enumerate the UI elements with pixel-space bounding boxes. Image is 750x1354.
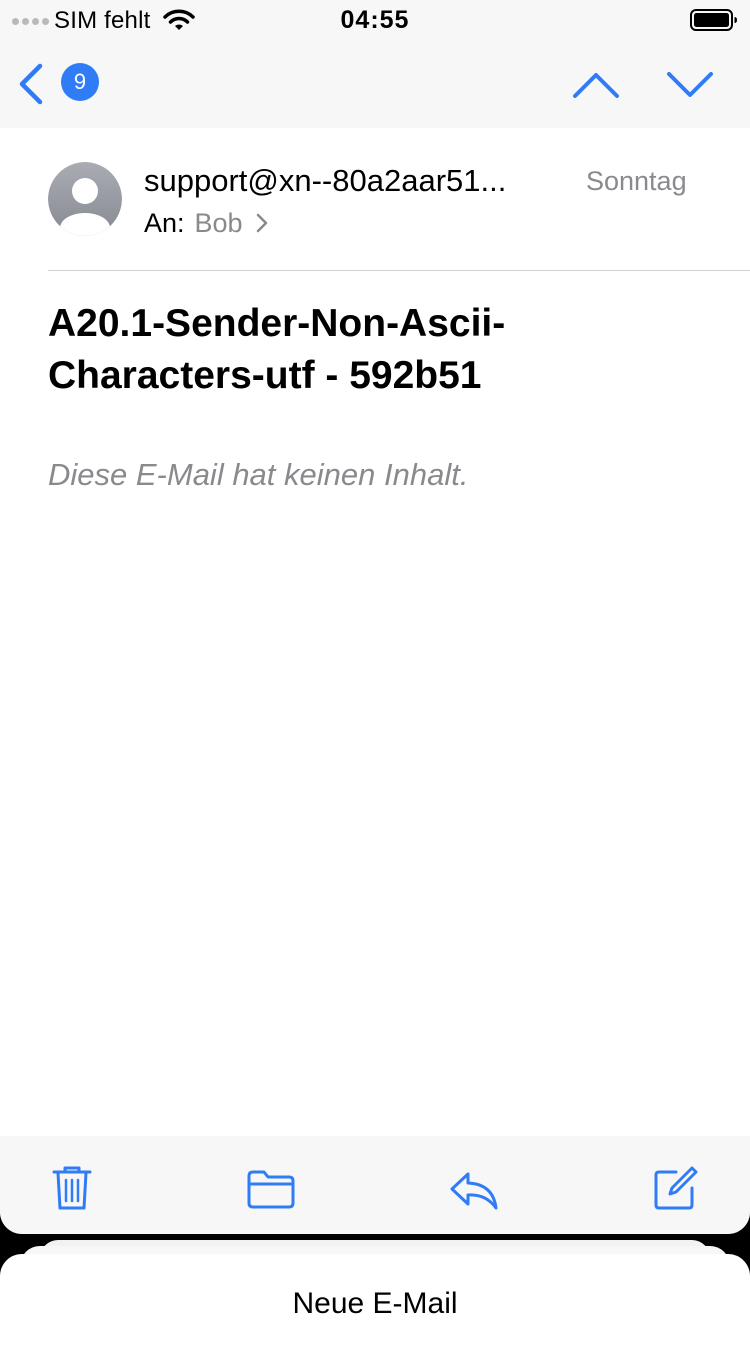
chevron-up-icon[interactable] [572, 70, 620, 100]
chevron-down-icon[interactable] [666, 70, 714, 100]
header-divider [48, 270, 750, 271]
trash-icon[interactable] [50, 1164, 94, 1212]
recipient-label: An: [144, 207, 185, 238]
navigation-bar: SIM fehlt 04:55 9 [0, 0, 750, 128]
bottom-toolbar [0, 1136, 750, 1234]
sender-address[interactable]: support@xn--80a2aar51... [144, 163, 572, 199]
unread-count-badge[interactable]: 9 [61, 63, 99, 101]
reply-icon[interactable] [448, 1168, 500, 1212]
folder-icon[interactable] [246, 1168, 296, 1210]
recipient-name[interactable]: Bob [195, 208, 243, 239]
status-bar: SIM fehlt 04:55 [0, 0, 750, 40]
minimized-draft[interactable]: Neue E-Mail [0, 1254, 750, 1354]
chevron-right-icon[interactable] [255, 212, 269, 234]
status-time: 04:55 [340, 6, 410, 34]
message-date: Sonntag [586, 166, 687, 196]
battery-icon [690, 9, 737, 31]
message-subject: A20.1-Sender-Non-Ascii-Characters-utf - … [48, 302, 506, 397]
mail-view: SIM fehlt 04:55 9 support@xn--80a2aar51.… [0, 0, 750, 1234]
chevron-left-icon[interactable] [16, 62, 46, 106]
draft-title: Neue E-Mail [292, 1287, 458, 1320]
sender-avatar-icon[interactable] [48, 162, 122, 236]
compose-icon[interactable] [652, 1164, 700, 1212]
recipient-row[interactable]: An: Bob [144, 206, 269, 240]
empty-body-notice: Diese E-Mail hat keinen Inhalt. [48, 457, 469, 492]
